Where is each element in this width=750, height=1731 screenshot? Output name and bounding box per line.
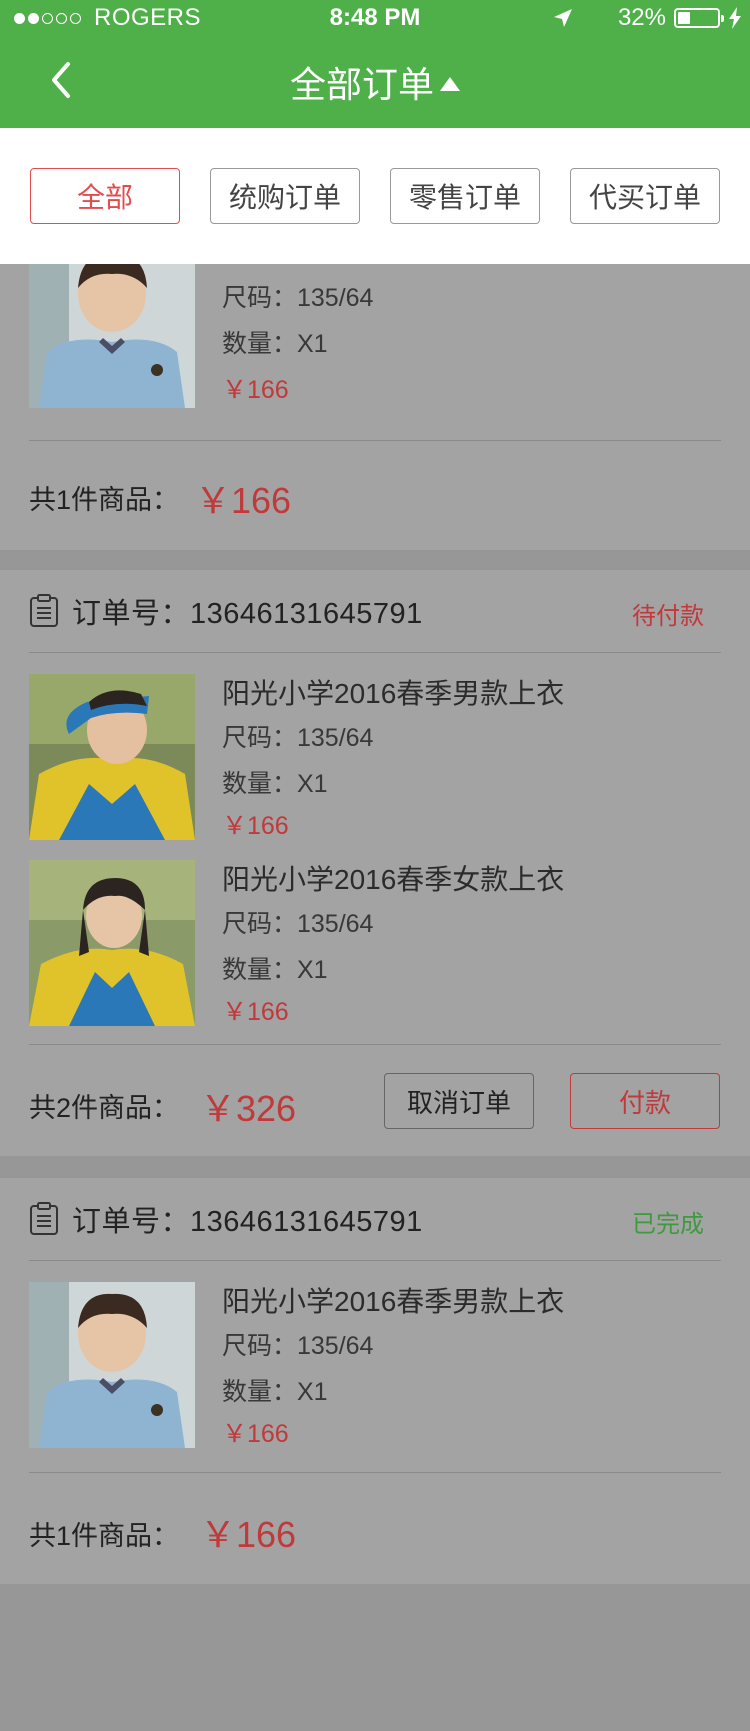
order-total: ￥166: [200, 1514, 297, 1555]
filter-group-purchase[interactable]: 统购订单: [210, 168, 360, 224]
product-size: 尺码：135/64: [222, 284, 374, 312]
battery-percent: 32%: [617, 4, 666, 31]
order-summary: 共1件商品：: [29, 1521, 180, 1551]
order-total: ￥166: [195, 480, 292, 521]
status-badge: 待付款: [632, 603, 704, 630]
product-image: [29, 860, 195, 1026]
order-item[interactable]: 阳光小学2016春季男款上衣 尺码：135/64 数量：X1 ￥166: [0, 1282, 750, 1448]
divider: [29, 1260, 721, 1261]
triangle-up-icon: [440, 77, 460, 92]
divider: [29, 440, 721, 441]
divider: [29, 1472, 721, 1473]
header: ROGERS 8:48 PM 32% 全部订单: [0, 0, 750, 128]
order-summary: 共1件商品：: [29, 485, 180, 515]
order-header: 订单号：13646131645791 待付款: [0, 570, 750, 650]
product-image: [29, 242, 195, 408]
status-right: 32%: [552, 4, 742, 32]
order-item[interactable]: 阳光小学2016春季男款上衣 尺码：135/64 数量：X1 ￥166: [0, 674, 750, 840]
order-number: 订单号：13646131645791: [72, 598, 423, 630]
clipboard-icon: [30, 594, 58, 627]
order-card[interactable]: 订单号：13646131645791 待付款 阳光小学2016春季男款上衣 尺码…: [0, 570, 750, 1156]
order-item[interactable]: 尺码：135/64 数量：X1 ￥166 阳光小学2016春季男款上衣: [0, 236, 750, 408]
location-arrow-icon: [553, 9, 572, 27]
battery-icon: [674, 8, 724, 28]
charging-icon: [729, 7, 741, 29]
order-item[interactable]: 阳光小学2016春季女款上衣 尺码：135/64 数量：X1 ￥166: [0, 860, 750, 1026]
product-size: 尺码：135/64: [222, 1332, 374, 1360]
order-summary: 共2件商品：: [29, 1093, 180, 1123]
product-price: ￥166: [222, 1420, 289, 1448]
product-price: ￥166: [222, 998, 289, 1026]
product-size: 尺码：135/64: [222, 910, 374, 938]
product-quantity: 数量：X1: [222, 1378, 328, 1406]
product-quantity: 数量：X1: [222, 770, 328, 798]
status-badge: 已完成: [632, 1211, 704, 1238]
product-name: 阳光小学2016春季女款上衣: [222, 864, 565, 895]
page-title: 全部订单: [289, 64, 434, 105]
order-header: 订单号：13646131645791 已完成: [0, 1178, 750, 1258]
product-price: ￥166: [222, 812, 289, 840]
status-bar: ROGERS 8:48 PM 32%: [0, 0, 750, 36]
product-image: [29, 674, 195, 840]
divider: [29, 1044, 721, 1045]
product-price: ￥166: [222, 376, 289, 404]
page-title-dropdown[interactable]: 全部订单: [0, 56, 750, 108]
nav-bar: 全部订单: [0, 36, 750, 128]
order-card[interactable]: 订单号：13646131645791 已完成 阳光小学2016春季男款上衣 尺码…: [0, 1178, 750, 1584]
divider: [29, 652, 721, 653]
cancel-order-button[interactable]: 取消订单: [384, 1073, 534, 1129]
product-size: 尺码：135/64: [222, 724, 374, 752]
product-image: [29, 1282, 195, 1448]
order-number: 订单号：13646131645791: [72, 1206, 423, 1238]
product-quantity: 数量：X1: [222, 956, 328, 984]
product-name: 阳光小学2016春季男款上衣: [222, 678, 565, 709]
pay-button[interactable]: 付款: [570, 1073, 720, 1129]
product-quantity: 数量：X1: [222, 330, 328, 358]
filter-retail[interactable]: 零售订单: [390, 168, 540, 224]
product-name: 阳光小学2016春季男款上衣: [222, 1286, 565, 1317]
order-total: ￥326: [200, 1088, 297, 1129]
filter-all[interactable]: 全部: [30, 168, 180, 224]
filter-proxy-purchase[interactable]: 代买订单: [570, 168, 720, 224]
order-type-filter: 全部 统购订单 零售订单 代买订单: [0, 128, 750, 264]
clipboard-icon: [30, 1202, 58, 1235]
